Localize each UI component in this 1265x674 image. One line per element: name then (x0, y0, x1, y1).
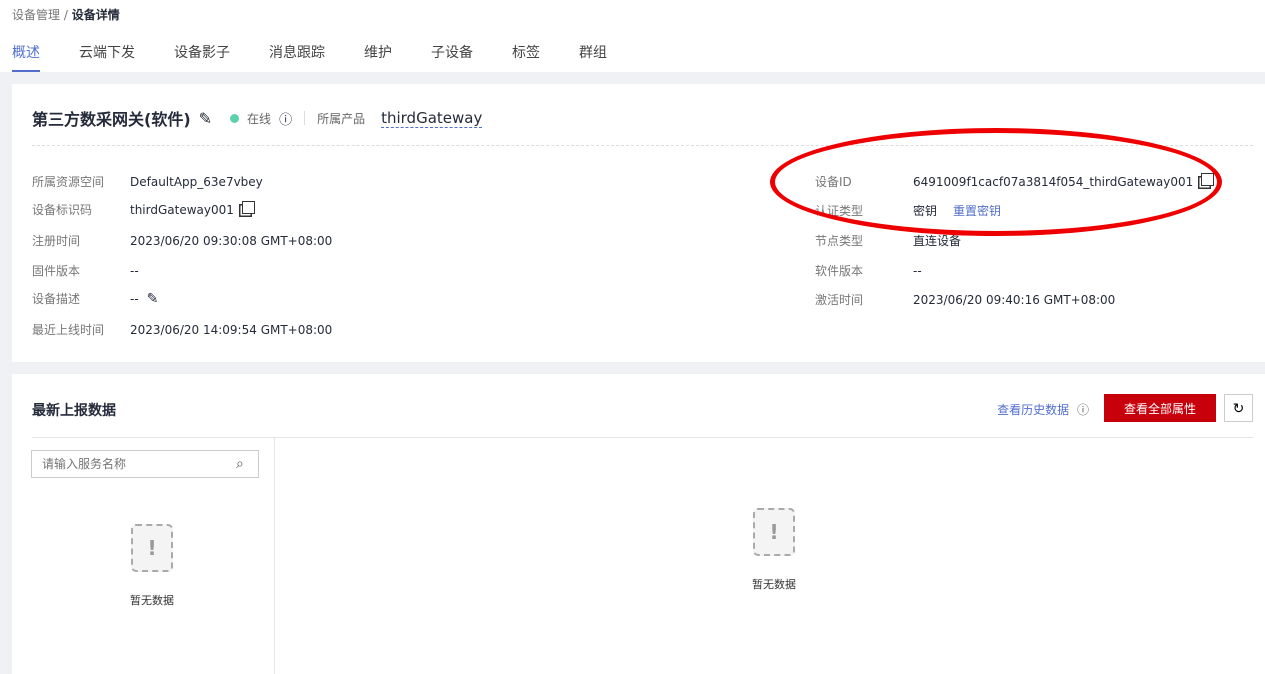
empty-icon: ! (131, 524, 173, 572)
info-label: 软件版本 (815, 264, 864, 278)
info-value: DefaultApp_63e7vbey (130, 174, 263, 189)
info-row: 最近上线时间 2023/06/20 14:09:54 GMT+08:00 (32, 321, 332, 338)
service-search-input[interactable] (31, 450, 259, 478)
history-data-link[interactable]: 查看历史数据 ⓘ (997, 401, 1089, 418)
tab-device-shadow[interactable]: 设备影子 (174, 42, 230, 72)
info-label: 激活时间 (815, 293, 864, 307)
device-name: 第三方数采网关(软件) (32, 110, 191, 129)
info-value: -- (130, 291, 139, 306)
help-icon[interactable]: ⓘ (279, 109, 292, 128)
info-label: 固件版本 (32, 264, 81, 278)
refresh-button[interactable]: ↻ (1224, 394, 1253, 422)
info-label: 最近上线时间 (32, 323, 105, 337)
breadcrumb: 设备管理 / 设备详情 (12, 8, 120, 22)
info-row: 软件版本 -- (815, 262, 922, 279)
copy-icon[interactable] (241, 201, 255, 214)
info-row: 固件版本 -- (32, 262, 139, 279)
info-value: 直连设备 (913, 234, 962, 248)
device-id-value: 6491009f1cacf07a3814f054_thirdGateway001 (913, 174, 1194, 189)
tab-overview[interactable]: 概述 (12, 42, 40, 72)
latest-data-card: 最新上报数据 查看历史数据 ⓘ 查看全部属性 ↻ ⌕ ! 暂无数据 ! 暂无数据 (12, 374, 1265, 674)
edit-icon[interactable]: ✎ (147, 291, 159, 307)
info-value: 2023/06/20 14:09:54 GMT+08:00 (130, 322, 333, 337)
tab-cloud-command[interactable]: 云端下发 (79, 42, 135, 72)
breadcrumb-current: 设备详情 (71, 8, 120, 22)
status-text: 在线 (247, 111, 272, 126)
tab-groups[interactable]: 群组 (579, 42, 607, 72)
info-row: 注册时间 2023/06/20 09:30:08 GMT+08:00 (32, 232, 332, 249)
divider (32, 437, 1253, 438)
info-value: -- (913, 263, 922, 278)
divider (32, 145, 1253, 146)
info-value: thirdGateway001 (130, 202, 234, 217)
info-label: 认证类型 (815, 204, 864, 218)
divider (274, 437, 275, 674)
tab-bar: 概述 云端下发 设备影子 消息跟踪 维护 子设备 标签 群组 (12, 42, 646, 72)
info-row: 所属资源空间 DefaultApp_63e7vbey (32, 173, 263, 190)
info-label: 设备描述 (32, 292, 81, 306)
info-row: 激活时间 2023/06/20 09:40:16 GMT+08:00 (815, 291, 1115, 308)
section-title: 最新上报数据 (32, 403, 116, 419)
info-row: 设备描述 -- ✎ (32, 290, 158, 307)
info-row: 设备标识码 thirdGateway001 (32, 201, 255, 218)
help-icon[interactable]: ⓘ (1077, 403, 1089, 417)
divider (304, 111, 306, 125)
search-icon[interactable]: ⌕ (236, 456, 244, 472)
device-info-card: 第三方数采网关(软件) ✎ 在线 ⓘ 所属产品 thirdGateway 所属资… (12, 84, 1265, 362)
tab-child-devices[interactable]: 子设备 (431, 42, 473, 72)
tab-maintenance[interactable]: 维护 (364, 42, 392, 72)
info-value: 2023/06/20 09:40:16 GMT+08:00 (913, 292, 1116, 307)
breadcrumb-parent[interactable]: 设备管理 (12, 8, 60, 22)
view-all-properties-button[interactable]: 查看全部属性 (1104, 394, 1216, 422)
empty-text: 暂无数据 (130, 594, 174, 607)
product-label: 所属产品 (317, 111, 366, 126)
info-value: -- (130, 263, 139, 278)
info-label: 注册时间 (32, 234, 81, 248)
info-row: 认证类型 密钥 重置密钥 (815, 202, 1001, 219)
info-row: 节点类型 直连设备 (815, 232, 961, 249)
header: 设备管理 / 设备详情 概述 云端下发 设备影子 消息跟踪 维护 子设备 标签 … (0, 0, 1265, 72)
edit-icon[interactable]: ✎ (199, 109, 212, 128)
status-dot (230, 113, 240, 123)
info-label: 设备ID (815, 175, 852, 189)
empty-state: ! 暂无数据 (122, 524, 182, 608)
info-value: 2023/06/20 09:30:08 GMT+08:00 (130, 233, 333, 248)
reset-secret-link[interactable]: 重置密钥 (953, 202, 1001, 219)
tab-tags[interactable]: 标签 (512, 42, 540, 72)
info-value: 密钥 (913, 204, 938, 218)
product-link[interactable]: thirdGateway (381, 109, 483, 128)
tab-message-trace[interactable]: 消息跟踪 (269, 42, 325, 72)
empty-state: ! 暂无数据 (744, 508, 804, 592)
empty-icon: ! (753, 508, 795, 556)
copy-icon[interactable] (1201, 173, 1215, 186)
info-row: 设备ID 6491009f1cacf07a3814f054_thirdGatewa… (815, 173, 1215, 190)
info-label: 设备标识码 (32, 203, 93, 217)
empty-text: 暂无数据 (752, 578, 796, 591)
info-label: 节点类型 (815, 234, 864, 248)
info-label: 所属资源空间 (32, 175, 105, 189)
